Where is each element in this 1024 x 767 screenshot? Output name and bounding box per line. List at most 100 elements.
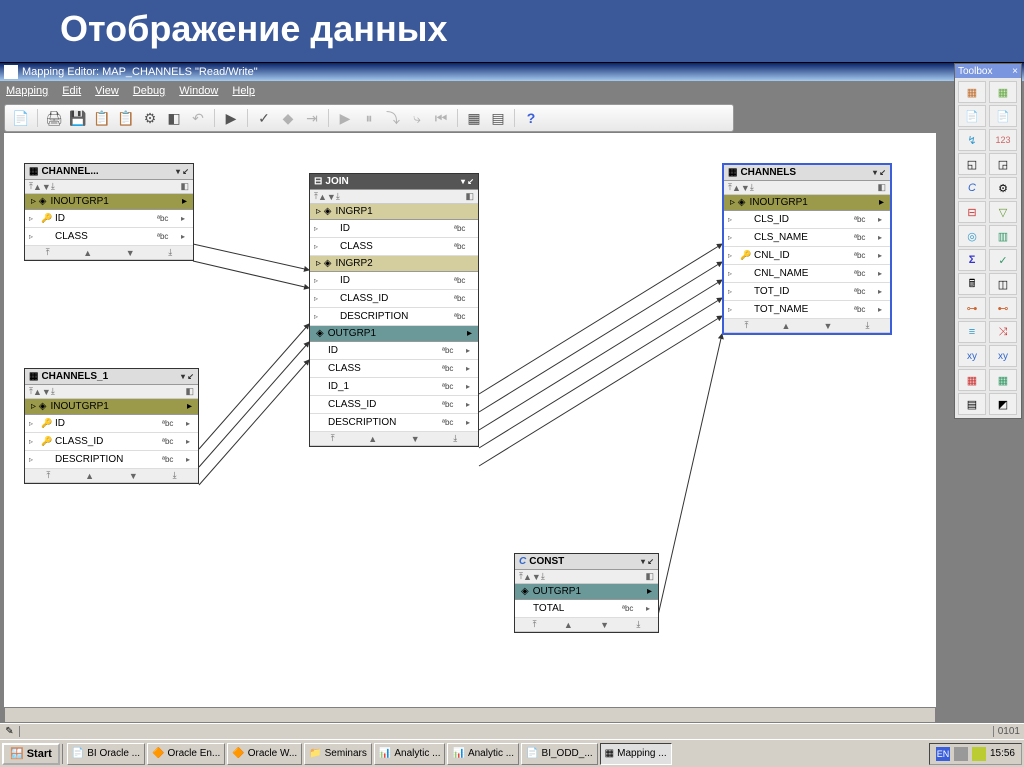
node-channel-src[interactable]: ▦ CHANNEL...▾ ↙ ⤒▲▼⤓◧ ▹ ◈ INOUTGRP1▸ ▹🔑I… (24, 163, 194, 261)
node-header[interactable]: ▦ CHANNELS▾ ↙ (724, 165, 890, 181)
node-nav[interactable]: ⤒▲▼⤓◧ (310, 190, 478, 204)
field-row[interactable]: ▹CNL_NAMEªbc▸ (724, 265, 890, 283)
stepover-icon[interactable]: ⤵ (383, 108, 403, 128)
tbx-venn-icon[interactable]: ◎ (958, 225, 986, 247)
toolbox-titlebar[interactable]: Toolbox × (955, 64, 1021, 78)
help-icon[interactable]: ? (521, 108, 541, 128)
task-item[interactable]: 📊Analytic ... (374, 743, 446, 765)
node-nav[interactable]: ⤒▲▼⤓◧ (25, 385, 198, 399)
tbx-const-icon[interactable]: C (958, 177, 986, 199)
node-header[interactable]: C CONST▾ ↙ (515, 554, 658, 570)
copy-icon[interactable]: 📋 (92, 108, 112, 128)
tbx-link-icon[interactable]: ⊶ (958, 297, 986, 319)
field-row[interactable]: ▹🔑IDªbc▸ (25, 210, 193, 228)
task-item[interactable]: 📄BI Oracle ... (67, 743, 145, 765)
group-inoutgrp1[interactable]: ▹ ◈ INOUTGRP1▸ (25, 194, 193, 210)
field-row[interactable]: ▹CLS_IDªbc▸ (724, 211, 890, 229)
task-item[interactable]: 📄BI_ODD_... (521, 743, 598, 765)
tbx-gear-icon[interactable]: ⚙ (989, 177, 1017, 199)
field-row[interactable]: ▹IDªbc (310, 272, 478, 290)
tbx-flat-icon[interactable]: ▤ (958, 393, 986, 415)
undo-icon[interactable]: ↶ (188, 108, 208, 128)
field-row[interactable]: ▹DESCRIPTIONªbc (310, 308, 478, 326)
save-icon[interactable]: 💾 (68, 108, 88, 128)
tbx-doc-icon[interactable]: 📄 (958, 105, 986, 127)
menu-mapping[interactable]: Mapping (6, 85, 48, 97)
group-inoutgrp1[interactable]: ▹ ◈ INOUTGRP1▸ (724, 195, 890, 211)
menu-view[interactable]: View (95, 85, 119, 97)
field-row[interactable]: ▹🔑IDªbc▸ (25, 415, 198, 433)
tbx-view-icon[interactable]: ▦ (989, 81, 1017, 103)
tbx-cube2-icon[interactable]: ◲ (989, 153, 1017, 175)
field-row[interactable]: ▹🔑CNL_IDªbc▸ (724, 247, 890, 265)
tbx-link2-icon[interactable]: ⊷ (989, 297, 1017, 319)
tbx-num-icon[interactable]: 123 (989, 129, 1017, 151)
field-row[interactable]: ▹CLASS_IDªbc (310, 290, 478, 308)
tbx-doc2-icon[interactable]: 📄 (989, 105, 1017, 127)
menu-window[interactable]: Window (179, 85, 218, 97)
node-header[interactable]: ⊟ JOIN▾ ↙ (310, 174, 478, 190)
pause-icon[interactable]: ⏸ (359, 108, 379, 128)
group-ingrp1[interactable]: ▹ ◈ INGRP1 (310, 204, 478, 220)
field-row[interactable]: ▹CLASSªbc (310, 238, 478, 256)
tbx-sigma-icon[interactable]: Σ (958, 249, 986, 271)
field-row[interactable]: IDªbc▸ (310, 342, 478, 360)
task-item[interactable]: 📁Seminars (304, 743, 372, 765)
node-nav[interactable]: ⤒▲▼⤓◧ (25, 180, 193, 194)
field-row[interactable]: TOTALªbc▸ (515, 600, 658, 618)
tbx-grid2-icon[interactable]: ▦ (989, 369, 1017, 391)
field-row[interactable]: CLASS_IDªbc▸ (310, 396, 478, 414)
tbx-xy2-icon[interactable]: xy (989, 345, 1017, 367)
group-outgrp1[interactable]: ◈ OUTGRP1▸ (310, 326, 478, 342)
tbx-xy-icon[interactable]: xy (958, 345, 986, 367)
rewind-icon[interactable]: ⏮ (431, 108, 451, 128)
tbx-chart-icon[interactable]: ▥ (989, 225, 1017, 247)
task-item[interactable]: 🔶Oracle En... (147, 743, 225, 765)
tbx-cube-icon[interactable]: ◱ (958, 153, 986, 175)
validate-icon[interactable]: ✓ (254, 108, 274, 128)
menu-edit[interactable]: Edit (62, 85, 81, 97)
field-row[interactable]: ▹🔑CLASS_IDªbc▸ (25, 433, 198, 451)
field-row[interactable]: ▹IDªbc (310, 220, 478, 238)
group-inoutgrp1[interactable]: ▹ ◈ INOUTGRP1▸ (25, 399, 198, 415)
menu-debug[interactable]: Debug (133, 85, 165, 97)
tbx-table-icon[interactable]: ▦ (958, 81, 986, 103)
task-item-active[interactable]: ▦Mapping ... (600, 743, 672, 765)
task-item[interactable]: 🔶Oracle W... (227, 743, 302, 765)
debug-icon[interactable]: ◆ (278, 108, 298, 128)
tbx-split-icon[interactable]: ⤨ (989, 321, 1017, 343)
tbx-check-icon[interactable]: ✓ (989, 249, 1017, 271)
node-join[interactable]: ⊟ JOIN▾ ↙ ⤒▲▼⤓◧ ▹ ◈ INGRP1 ▹IDªbc ▹CLASS… (309, 173, 479, 447)
print-icon[interactable]: 🖨 (44, 108, 64, 128)
paste-icon[interactable]: 📋 (116, 108, 136, 128)
play-icon[interactable]: ▶ (335, 108, 355, 128)
tool-icon[interactable]: ⚙ (140, 108, 160, 128)
group-ingrp2[interactable]: ▹ ◈ INGRP2 (310, 256, 478, 272)
run-icon[interactable]: ▶ (221, 108, 241, 128)
system-tray[interactable]: EN 15:56 (929, 743, 1022, 765)
tbx-group-icon[interactable]: ◫ (989, 273, 1017, 295)
node-channels-1[interactable]: ▦ CHANNELS_1▾ ↙ ⤒▲▼⤓◧ ▹ ◈ INOUTGRP1▸ ▹🔑I… (24, 368, 199, 484)
tbx-grid-icon[interactable]: ▦ (958, 369, 986, 391)
layout-icon[interactable]: ▦ (464, 108, 484, 128)
lang-indicator[interactable]: EN (936, 747, 950, 761)
field-row[interactable]: ▹CLS_NAMEªbc▸ (724, 229, 890, 247)
field-row[interactable]: ▹TOT_NAMEªbc▸ (724, 301, 890, 319)
node-channels-tgt[interactable]: ▦ CHANNELS▾ ↙ ⤒▲▼⤓◧ ▹ ◈ INOUTGRP1▸ ▹CLS_… (722, 163, 892, 335)
tbx-filter-icon[interactable]: ▽ (989, 201, 1017, 223)
node-const[interactable]: C CONST▾ ↙ ⤒▲▼⤓◧ ◈ OUTGRP1▸ TOTALªbc▸ ⤒▲… (514, 553, 659, 633)
scrollbar-horizontal[interactable] (4, 707, 936, 723)
toolbox-close-icon[interactable]: × (1012, 66, 1018, 77)
layout2-icon[interactable]: ▤ (488, 108, 508, 128)
stepinto-icon[interactable]: ⤷ (407, 108, 427, 128)
step-icon[interactable]: ⇥ (302, 108, 322, 128)
mapping-canvas[interactable]: ▦ CHANNEL...▾ ↙ ⤒▲▼⤓◧ ▹ ◈ INOUTGRP1▸ ▹🔑I… (4, 133, 936, 707)
tbx-calc-icon[interactable]: 🖩 (958, 273, 986, 295)
field-row[interactable]: ▹CLASSªbc▸ (25, 228, 193, 246)
node-header[interactable]: ▦ CHANNELS_1▾ ↙ (25, 369, 198, 385)
field-row[interactable]: ▹DESCRIPTIONªbc▸ (25, 451, 198, 469)
tbx-ext-icon[interactable]: ◩ (989, 393, 1017, 415)
group-outgrp1[interactable]: ◈ OUTGRP1▸ (515, 584, 658, 600)
field-row[interactable]: ▹TOT_IDªbc▸ (724, 283, 890, 301)
task-item[interactable]: 📊Analytic ... (447, 743, 519, 765)
